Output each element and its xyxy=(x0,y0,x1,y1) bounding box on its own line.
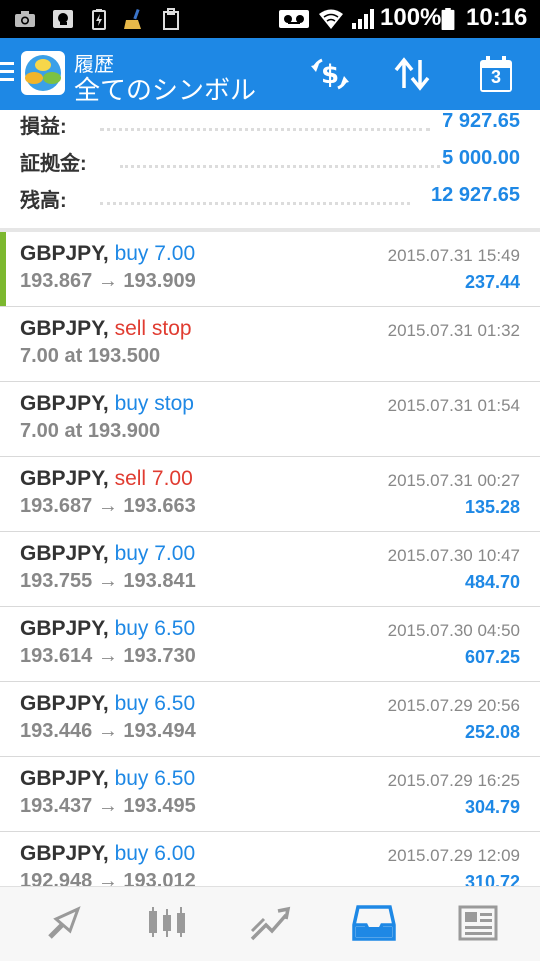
trade-row[interactable]: GBPJPY, buy 6.50 193.446 → 193.494 2015.… xyxy=(0,682,540,757)
menu-icon[interactable] xyxy=(0,62,14,86)
trade-symbol: GBPJPY, sell stop xyxy=(20,317,192,340)
trade-time: 2015.07.31 01:54 xyxy=(387,396,520,415)
signal-icon xyxy=(352,9,374,29)
trade-time: 2015.07.30 10:47 xyxy=(387,546,520,565)
trade-type: buy 6.00 xyxy=(114,842,196,865)
trade-profit: 484.70 xyxy=(464,572,520,592)
trade-time: 2015.07.31 00:27 xyxy=(387,471,520,490)
trade-prices: 7.00 at 193.500 xyxy=(20,345,161,367)
trade-row[interactable]: GBPJPY, buy 7.00 193.755 → 193.841 2015.… xyxy=(0,532,540,607)
trade-prices: 193.446 → 193.494 xyxy=(20,720,196,742)
trade-profit: 252.08 xyxy=(464,722,520,742)
trade-type: sell 7.00 xyxy=(114,467,193,490)
trade-symbol: GBPJPY, buy stop xyxy=(20,392,194,415)
trade-prices: 193.755 → 193.841 xyxy=(20,570,196,592)
status-bar: 100% 10:16 xyxy=(0,0,540,38)
quotes-icon[interactable] xyxy=(42,903,86,943)
divider xyxy=(100,200,410,205)
trade-time: 2015.07.31 01:32 xyxy=(387,321,520,340)
trade-profit: 310.72 xyxy=(464,872,520,886)
broom-icon xyxy=(124,8,141,29)
battery-icon xyxy=(441,8,455,30)
deposit-row: 証拠金: 5 000.00 xyxy=(20,147,520,177)
mail-icon xyxy=(53,10,73,28)
trade-icon[interactable] xyxy=(248,903,292,943)
trade-symbol: GBPJPY, buy 7.00 xyxy=(20,542,196,565)
trade-symbol: GBPJPY, buy 6.50 xyxy=(20,692,196,715)
trade-symbol: GBPJPY, buy 6.50 xyxy=(20,767,196,790)
trade-prices: 193.867 → 193.909 xyxy=(20,270,196,292)
divider xyxy=(120,163,440,168)
deposit-label: 証拠金: xyxy=(20,153,87,175)
trade-type: buy 6.50 xyxy=(114,617,196,640)
voicemail-icon xyxy=(279,10,309,28)
trade-type: buy 7.00 xyxy=(114,242,196,265)
profit-value: 7 927.65 xyxy=(442,110,520,132)
trade-profit: 135.28 xyxy=(464,497,520,517)
trade-time: 2015.07.29 20:56 xyxy=(387,696,520,715)
trade-row[interactable]: GBPJPY, buy 7.00 193.867 → 193.909 2015.… xyxy=(0,232,540,307)
trade-list[interactable]: GBPJPY, buy 7.00 193.867 → 193.909 2015.… xyxy=(0,232,540,886)
trade-row[interactable]: GBPJPY, sell stop 7.00 at 193.500 2015.0… xyxy=(0,307,540,382)
balance-label: 残高: xyxy=(20,190,67,212)
balance-value: 12 927.65 xyxy=(431,184,520,206)
deposit-value: 5 000.00 xyxy=(442,147,520,169)
history-icon[interactable] xyxy=(352,903,396,943)
calendar-button[interactable]: 3 xyxy=(476,54,516,94)
clock: 10:16 xyxy=(466,4,528,31)
trade-type: buy 7.00 xyxy=(114,542,196,565)
trade-symbol: GBPJPY, buy 6.50 xyxy=(20,617,196,640)
trade-time: 2015.07.31 15:49 xyxy=(387,246,520,265)
camera-icon xyxy=(15,11,35,27)
trade-symbol: GBPJPY, sell 7.00 xyxy=(20,467,193,490)
trade-row[interactable]: GBPJPY, buy 6.50 193.437 → 193.495 2015.… xyxy=(0,757,540,832)
trade-time: 2015.07.30 04:50 xyxy=(387,621,520,640)
trade-type: buy 6.50 xyxy=(114,692,196,715)
trade-type: buy stop xyxy=(114,392,194,415)
trade-type: sell stop xyxy=(114,317,192,340)
trade-prices: 7.00 at 193.900 xyxy=(20,420,161,442)
trade-time: 2015.07.29 16:25 xyxy=(387,771,520,790)
trade-symbol: GBPJPY, buy 6.00 xyxy=(20,842,196,865)
trade-prices: 193.614 → 193.730 xyxy=(20,645,196,667)
trade-prices: 192.948 → 193.012 xyxy=(20,870,196,886)
news-icon[interactable] xyxy=(456,903,500,943)
trade-row[interactable]: GBPJPY, buy stop 7.00 at 193.900 2015.07… xyxy=(0,382,540,457)
trade-row[interactable]: GBPJPY, buy 6.50 193.614 → 193.730 2015.… xyxy=(0,607,540,682)
trade-row[interactable]: GBPJPY, sell 7.00 193.687 → 193.663 2015… xyxy=(0,457,540,532)
trade-profit: 607.25 xyxy=(464,647,520,667)
trade-type: buy 6.50 xyxy=(114,767,196,790)
trade-symbol: GBPJPY, buy 7.00 xyxy=(20,242,196,265)
trade-profit: 304.79 xyxy=(464,797,520,817)
sort-icon[interactable] xyxy=(390,54,434,94)
calendar-day: 3 xyxy=(490,67,501,87)
app-bar-title[interactable]: 全てのシンボル xyxy=(74,70,256,107)
app-bar: 履歴 全てのシンボル $ 3 xyxy=(0,38,540,110)
chart-icon[interactable] xyxy=(145,903,189,943)
account-summary: 損益: 7 927.65 証拠金: 5 000.00 残高: 12 927.65 xyxy=(0,110,540,228)
trade-time: 2015.07.29 12:09 xyxy=(387,846,520,865)
profit-label: 損益: xyxy=(20,116,67,138)
svg-text:$: $ xyxy=(321,60,339,90)
trade-prices: 193.437 → 193.495 xyxy=(20,795,196,817)
app-logo-icon[interactable] xyxy=(20,50,66,96)
balance-row: 残高: 12 927.65 xyxy=(20,184,520,214)
trade-prices: 193.687 → 193.663 xyxy=(20,495,196,517)
profit-row: 損益: 7 927.65 xyxy=(20,110,520,140)
battery-percent: 100% xyxy=(380,4,442,31)
divider xyxy=(100,126,430,131)
currency-exchange-icon[interactable]: $ xyxy=(308,54,352,94)
battery-charging-icon xyxy=(92,9,106,30)
clipboard-icon xyxy=(163,8,179,30)
trade-row[interactable]: GBPJPY, buy 6.00 192.948 → 193.012 2015.… xyxy=(0,832,540,886)
wifi-icon xyxy=(319,9,343,29)
bottom-nav xyxy=(0,886,540,961)
trade-profit: 237.44 xyxy=(464,272,520,292)
